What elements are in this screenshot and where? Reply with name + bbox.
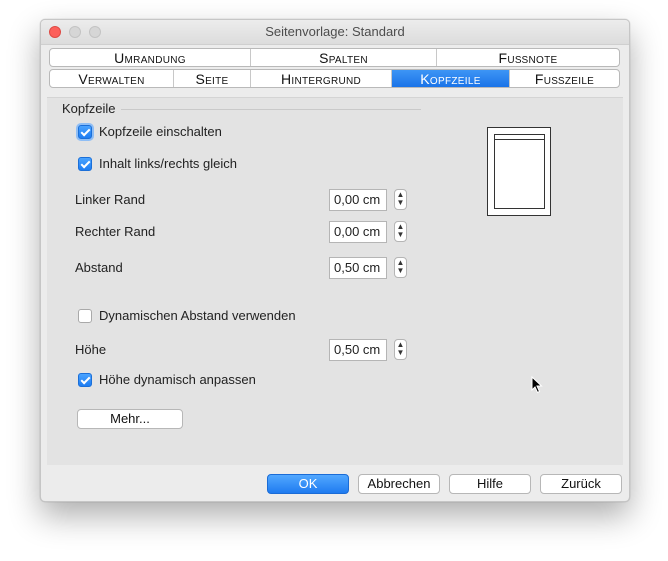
same-content-label: Inhalt links/rechts gleich (99, 156, 238, 171)
help-button[interactable]: Hilfe (449, 474, 531, 494)
dynamic-spacing-checkbox[interactable] (78, 308, 92, 323)
kopfzeile-panel: Kopfzeile Kopfzeile einschalten Inhalt l… (47, 97, 623, 465)
autofit-height-label: Höhe dynamisch anpassen (99, 372, 256, 387)
preview-page (494, 134, 545, 209)
spacing-label: Abstand (75, 260, 123, 275)
same-content-option[interactable]: Inhalt links/rechts gleich (78, 156, 237, 171)
height-input[interactable]: 0,50 cm (329, 339, 387, 361)
tab-row-1: Umrandung Spalten Fußnote (49, 48, 620, 67)
mouse-pointer-icon (531, 376, 543, 394)
tab-verwalten[interactable]: Verwalten (50, 70, 174, 87)
tab-spalten[interactable]: Spalten (251, 49, 437, 66)
dynamic-spacing-option[interactable]: Dynamischen Abstand verwenden (78, 308, 296, 323)
left-margin-row: Linker Rand 0,00 cm ▲ ▼ (47, 188, 447, 212)
title-bar: Seitenvorlage: Standard (41, 20, 629, 45)
autofit-height-option[interactable]: Höhe dynamisch anpassen (78, 372, 256, 387)
spacing-row: Abstand 0,50 cm ▲ ▼ (47, 256, 447, 280)
section-label: Kopfzeile (62, 101, 116, 116)
section-divider (121, 109, 421, 110)
left-margin-stepper[interactable]: ▲ ▼ (394, 189, 407, 210)
spacing-input[interactable]: 0,50 cm (329, 257, 387, 279)
tab-kopfzeile[interactable]: Kopfzeile (392, 70, 510, 87)
tab-seite[interactable]: Seite (174, 70, 251, 87)
height-row: Höhe 0,50 cm ▲ ▼ (47, 338, 447, 362)
more-button[interactable]: Mehr... (77, 409, 183, 429)
window-title: Seitenvorlage: Standard (265, 24, 405, 39)
header-on-checkbox[interactable] (78, 124, 92, 139)
right-margin-input[interactable]: 0,00 cm (329, 221, 387, 243)
same-content-checkbox[interactable] (78, 156, 92, 171)
dialog-window: Seitenvorlage: Standard Umrandung Spalte… (40, 19, 630, 502)
left-margin-input[interactable]: 0,00 cm (329, 189, 387, 211)
header-on-option[interactable]: Kopfzeile einschalten (78, 124, 222, 139)
tab-umrandung[interactable]: Umrandung (50, 49, 251, 66)
header-on-label: Kopfzeile einschalten (99, 124, 222, 139)
height-stepper[interactable]: ▲ ▼ (394, 339, 407, 360)
tab-hintergrund[interactable]: Hintergrund (251, 70, 392, 87)
autofit-height-checkbox[interactable] (78, 372, 92, 387)
dynamic-spacing-label: Dynamischen Abstand verwenden (99, 308, 296, 323)
ok-button[interactable]: OK (267, 474, 349, 494)
preview-header-line (495, 139, 544, 140)
left-margin-label: Linker Rand (75, 192, 146, 207)
tab-row-2: Verwalten Seite Hintergrund Kopfzeile Fu… (49, 69, 620, 88)
right-margin-row: Rechter Rand 0,00 cm ▲ ▼ (47, 220, 447, 244)
right-margin-label: Rechter Rand (75, 224, 156, 239)
reset-button[interactable]: Zurück (540, 474, 622, 494)
spacing-stepper[interactable]: ▲ ▼ (394, 257, 407, 278)
page-preview (487, 127, 551, 216)
cancel-button[interactable]: Abbrechen (358, 474, 440, 494)
tab-fusszeile[interactable]: Fußzeile (510, 70, 619, 87)
right-margin-stepper[interactable]: ▲ ▼ (394, 221, 407, 242)
height-label: Höhe (75, 342, 107, 357)
tab-fussnote[interactable]: Fußnote (437, 49, 619, 66)
